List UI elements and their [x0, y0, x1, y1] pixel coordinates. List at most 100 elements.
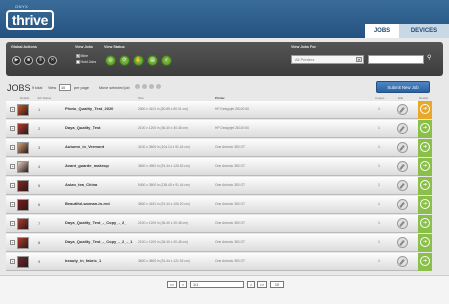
- last-page-button[interactable]: >>: [257, 281, 267, 288]
- job-name[interactable]: Autumn_in_Vermont: [65, 144, 137, 149]
- job-size: 2600 x 4101 in (50.85 x 80.01 cm): [138, 107, 189, 111]
- job-thumbnail[interactable]: [17, 180, 29, 192]
- job-name[interactable]: Photo_Quality_Test_2020: [65, 106, 137, 111]
- table-row[interactable]: +7 Daya_Quality_Test_-_Copy_-_2_ 2100 x 12…: [6, 215, 432, 233]
- job-size: 4100 x 3600 in (104.14 x 91.44 cm): [138, 145, 190, 149]
- job-name[interactable]: Daya_Quality_Test_-_Copy_-_2_: [65, 220, 137, 225]
- job-copies: 1: [378, 183, 380, 187]
- details-arrow-icon[interactable]: ➜: [420, 161, 430, 171]
- expand-icon[interactable]: +: [10, 145, 15, 150]
- pause-icon[interactable]: Ⅱ: [36, 56, 45, 65]
- expand-icon[interactable]: +: [10, 107, 15, 112]
- expand-icon[interactable]: +: [10, 202, 15, 207]
- job-status-cell: ➜: [418, 158, 432, 176]
- edit-icon[interactable]: [397, 142, 408, 153]
- expand-icon[interactable]: +: [10, 259, 15, 264]
- table-row[interactable]: +5 Asian_tea_China 5400 x 3600 in (138.45 …: [6, 177, 432, 195]
- table-row[interactable]: +6 Beautiful-woman-in-red 3600 x 4181 in (…: [6, 196, 432, 214]
- table-row[interactable]: +4 Avant_guarde_makeup 3600 x 4981 in (91.…: [6, 158, 432, 176]
- job-thumbnail[interactable]: [17, 104, 29, 116]
- expand-icon[interactable]: +: [10, 126, 15, 131]
- job-number: 3: [38, 145, 41, 150]
- job-status-cell: ➜: [418, 196, 432, 214]
- expand-icon[interactable]: +: [10, 183, 15, 188]
- move-bottom-icon[interactable]: [156, 84, 161, 89]
- job-name[interactable]: Asian_tea_China: [65, 182, 137, 187]
- status-printing-icon[interactable]: ▤: [147, 55, 158, 66]
- job-copies: 1: [378, 240, 380, 244]
- mine-checkbox[interactable]: ✓ Mine: [76, 54, 88, 58]
- edit-icon[interactable]: [397, 104, 408, 115]
- expand-icon[interactable]: +: [10, 221, 15, 226]
- status-done-icon[interactable]: ✓: [161, 55, 172, 66]
- details-arrow-icon[interactable]: ➜: [420, 104, 430, 114]
- job-name[interactable]: Beautiful-woman-in-red: [65, 201, 137, 206]
- table-row[interactable]: +9 beauty_in_fabric_1 3600 x 4800 in (91.4…: [6, 253, 432, 271]
- hold-jobs-checkbox[interactable]: Hold Jobs: [76, 60, 96, 64]
- edit-icon[interactable]: [397, 123, 408, 134]
- job-thumbnail[interactable]: [17, 218, 29, 230]
- printer-select[interactable]: All Printers ▼: [291, 55, 364, 64]
- play-icon[interactable]: ▶: [12, 56, 21, 65]
- hold-jobs-label: Hold Jobs: [80, 60, 97, 64]
- job-name[interactable]: Avant_guarde_makeup: [65, 163, 137, 168]
- search-icon[interactable]: ⚲: [427, 54, 431, 61]
- job-copies: 1: [378, 126, 380, 130]
- app-logo[interactable]: ONYX thrive: [6, 4, 54, 32]
- view-jobs-label: View Jobs: [75, 45, 93, 49]
- move-down-icon[interactable]: [149, 84, 154, 89]
- per-page-select[interactable]: 10: [59, 84, 71, 91]
- details-arrow-icon[interactable]: ➜: [420, 180, 430, 190]
- page-input[interactable]: 1/1: [190, 281, 244, 288]
- job-printer: One Antonio 350 GT: [215, 202, 246, 206]
- pager-per-page-select[interactable]: 10: [270, 281, 284, 288]
- edit-icon[interactable]: [397, 256, 408, 267]
- table-row[interactable]: +8 Daya_Quality_Test_-_Copy_-_2_-_1 2100 x…: [6, 234, 432, 252]
- move-up-icon[interactable]: [142, 84, 147, 89]
- details-arrow-icon[interactable]: ➜: [420, 142, 430, 152]
- edit-icon[interactable]: [397, 218, 408, 229]
- job-name[interactable]: beauty_in_fabric_1: [65, 258, 137, 263]
- tab-jobs[interactable]: JOBS: [365, 24, 399, 38]
- status-all-icon[interactable]: ◎: [105, 55, 116, 66]
- details-arrow-icon[interactable]: ➜: [420, 256, 430, 266]
- edit-icon[interactable]: [397, 199, 408, 210]
- table-row[interactable]: +3 Autumn_in_Vermont 4100 x 3600 in (104.1…: [6, 139, 432, 157]
- search-input[interactable]: [368, 55, 424, 64]
- view-jobs-for-label: View Jobs For: [291, 45, 316, 49]
- job-thumbnail[interactable]: [17, 142, 29, 154]
- expand-icon[interactable]: +: [10, 240, 15, 245]
- first-page-button[interactable]: <<: [167, 281, 177, 288]
- job-thumbnail[interactable]: [17, 199, 29, 211]
- edit-icon[interactable]: [397, 161, 408, 172]
- job-thumbnail[interactable]: [17, 161, 29, 173]
- edit-icon[interactable]: [397, 237, 408, 248]
- move-top-icon[interactable]: [135, 84, 140, 89]
- job-thumbnail[interactable]: [17, 256, 29, 268]
- stop-icon[interactable]: ■: [24, 56, 33, 65]
- chevron-down-icon: ▼: [356, 57, 362, 62]
- job-number: 2: [38, 126, 41, 131]
- status-ripping-icon[interactable]: ⟳: [119, 55, 130, 66]
- tab-devices[interactable]: DEVICES: [399, 24, 449, 38]
- details-arrow-icon[interactable]: ➜: [420, 199, 430, 209]
- expand-icon[interactable]: +: [10, 164, 15, 169]
- details-arrow-icon[interactable]: ➜: [420, 237, 430, 247]
- edit-icon[interactable]: [397, 180, 408, 191]
- job-thumbnail[interactable]: [17, 237, 29, 249]
- status-hold-icon[interactable]: ✋: [133, 55, 144, 66]
- table-row[interactable]: +1 Photo_Quality_Test_2020 2600 x 4101 in …: [6, 101, 432, 119]
- close-icon[interactable]: ✕: [48, 56, 57, 65]
- next-page-button[interactable]: >: [247, 281, 255, 288]
- col-status-header: Details: [419, 96, 429, 100]
- job-status-cell: ➜: [418, 101, 432, 119]
- job-thumbnail[interactable]: [17, 123, 29, 135]
- details-arrow-icon[interactable]: ➜: [420, 123, 430, 133]
- prev-page-button[interactable]: <: [179, 281, 187, 288]
- submit-new-job-button[interactable]: Submit New Job: [376, 81, 430, 93]
- details-arrow-icon[interactable]: ➜: [420, 218, 430, 228]
- job-name[interactable]: Daya_Quality_Test_-_Copy_-_2_-_1: [65, 239, 137, 244]
- table-row[interactable]: +2 Daya_Quality_Test 2100 x 1200 in (36.40…: [6, 120, 432, 138]
- job-name[interactable]: Daya_Quality_Test: [65, 125, 137, 130]
- job-copies: 1: [378, 202, 380, 206]
